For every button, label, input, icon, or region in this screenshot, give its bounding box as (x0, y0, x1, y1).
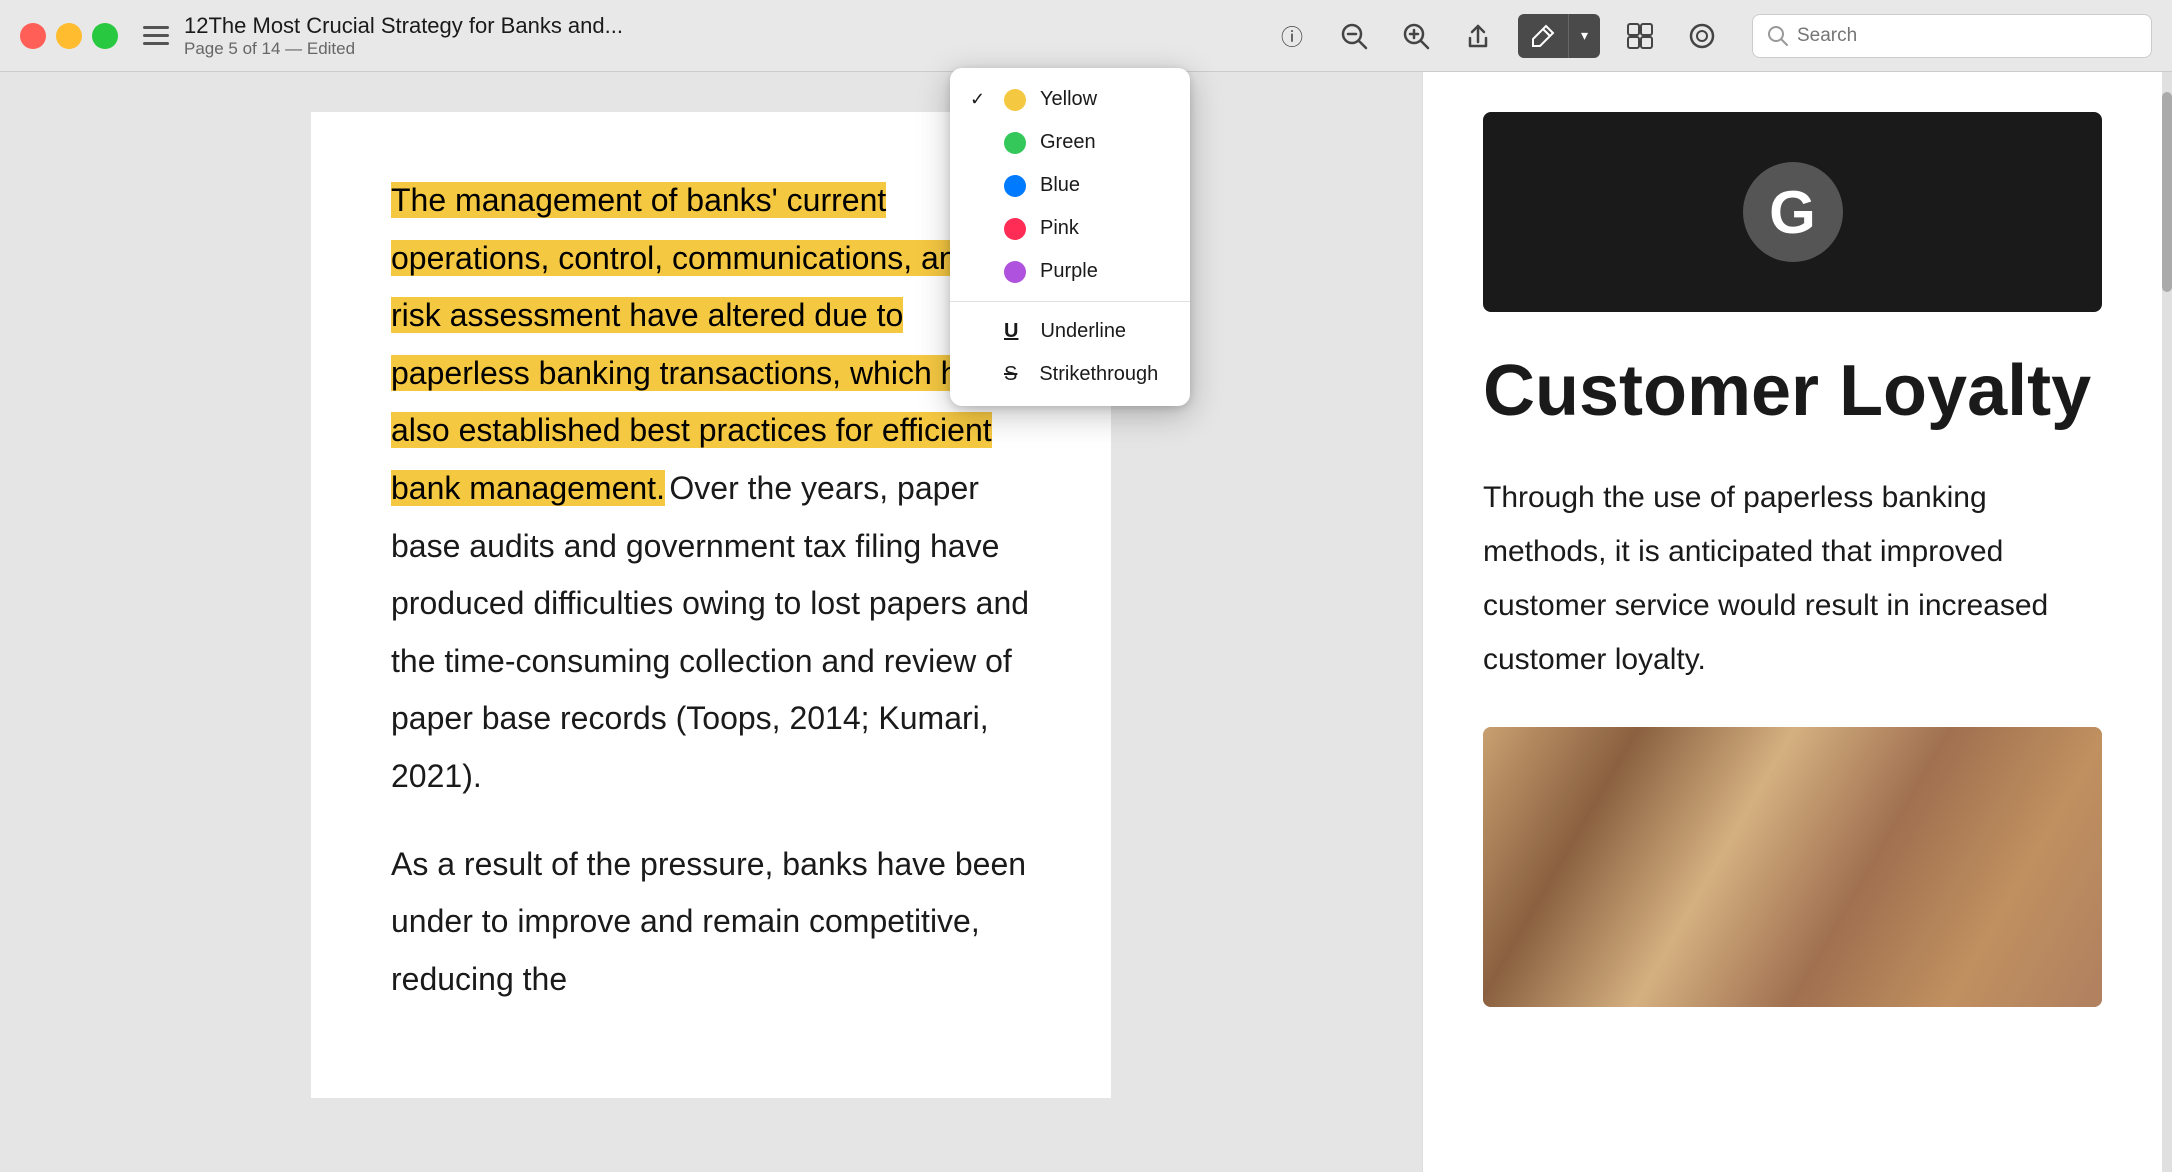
check-icon: ✓ (970, 89, 990, 110)
blue-dot (1004, 175, 1026, 197)
highlighted-paragraph: The management of banks' current operati… (391, 172, 1031, 806)
pink-label: Pink (1040, 217, 1079, 240)
purple-label: Purple (1040, 260, 1098, 283)
share-icon[interactable] (1456, 14, 1500, 58)
purple-dot (1004, 261, 1026, 283)
right-panel: G Customer Loyalty Through the use of pa… (1422, 72, 2162, 1172)
minimize-button[interactable] (56, 23, 82, 49)
blue-label: Blue (1040, 174, 1080, 197)
traffic-lights (20, 23, 118, 49)
yellow-dot (1004, 89, 1026, 111)
strikethrough-option[interactable]: S Strikethrough (950, 353, 1190, 396)
doc-title: 12The Most Crucial Strategy for Banks an… (184, 13, 623, 39)
body-paragraph-2: As a result of the pressure, banks have … (391, 836, 1031, 1009)
yellow-label: Yellow (1040, 88, 1097, 111)
color-yellow-option[interactable]: ✓ Yellow (950, 78, 1190, 121)
body-text-1: Over the years, paper base audits and go… (391, 470, 1029, 794)
pink-dot (1004, 218, 1026, 240)
underline-option[interactable]: U Underline (950, 310, 1190, 353)
strikethrough-label: Strikethrough (1039, 363, 1158, 386)
strikethrough-icon: S (1004, 363, 1017, 386)
title-area: 12The Most Crucial Strategy for Banks an… (184, 13, 623, 59)
color-picker-dropdown: ✓ Yellow ✓ Green ✓ Blue ✓ Pink ✓ Purple … (950, 68, 1190, 406)
color-blue-option[interactable]: ✓ Blue (950, 164, 1190, 207)
sidebar-toggle-button[interactable] (138, 18, 174, 54)
highlighted-text: The management of banks' current operati… (391, 182, 1010, 506)
highlight-dropdown-arrow[interactable]: ▾ (1568, 14, 1600, 58)
scrollbar[interactable] (2162, 72, 2172, 1172)
underline-label: Underline (1040, 320, 1126, 343)
zoom-in-icon[interactable] (1394, 14, 1438, 58)
annotate-icon[interactable] (1680, 14, 1724, 58)
doc-subtitle: Page 5 of 14 — Edited (184, 39, 623, 59)
highlight-button-group[interactable]: ▾ (1518, 14, 1600, 58)
color-pink-option[interactable]: ✓ Pink (950, 207, 1190, 250)
thumbnail-letter: G (1743, 162, 1843, 262)
color-green-option[interactable]: ✓ Green (950, 121, 1190, 164)
toolbar: ⓘ (1270, 14, 2152, 58)
zoom-out-icon[interactable] (1332, 14, 1376, 58)
scrollbar-thumb[interactable] (2162, 92, 2172, 292)
document-area[interactable]: The management of banks' current operati… (0, 72, 1422, 1172)
close-button[interactable] (20, 23, 46, 49)
info-icon[interactable]: ⓘ (1270, 14, 1314, 58)
search-input[interactable] (1797, 25, 2137, 47)
titlebar: 12The Most Crucial Strategy for Banks an… (0, 0, 2172, 72)
section-body: Through the use of paperless banking met… (1483, 471, 2102, 687)
underline-icon: U (1004, 320, 1018, 343)
highlight-button[interactable] (1518, 14, 1568, 58)
loyalty-image (1483, 727, 2102, 1007)
body-text-2: As a result of the pressure, banks have … (391, 846, 1026, 997)
menu-divider (950, 301, 1190, 302)
color-purple-option[interactable]: ✓ Purple (950, 250, 1190, 293)
fullscreen-button[interactable] (92, 23, 118, 49)
green-dot (1004, 132, 1026, 154)
thumbnail-container: G (1483, 112, 2102, 312)
section-title: Customer Loyalty (1483, 352, 2102, 431)
view-toggle-icon[interactable] (1618, 14, 1662, 58)
search-bar[interactable] (1752, 14, 2152, 58)
green-label: Green (1040, 131, 1096, 154)
